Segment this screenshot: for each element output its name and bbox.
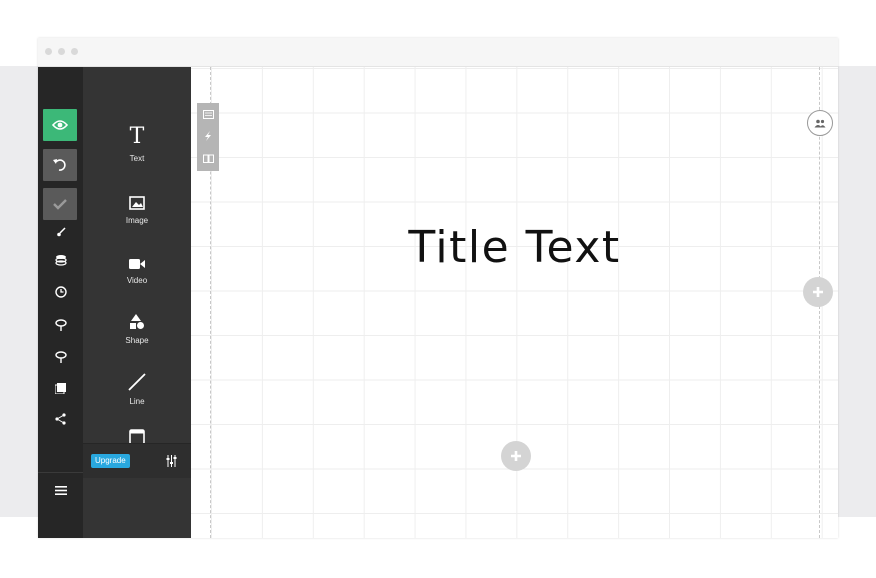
pin-icon: [54, 319, 67, 331]
text-tool[interactable]: T Text: [83, 122, 191, 164]
section-toolbar: [197, 103, 219, 171]
preview-button[interactable]: [43, 109, 77, 141]
layout-button[interactable]: [197, 103, 219, 125]
share-tool[interactable]: [38, 409, 83, 429]
window-close-dot[interactable]: [45, 48, 52, 55]
upgrade-button[interactable]: Upgrade: [91, 454, 130, 468]
location-tool-2[interactable]: [38, 347, 83, 367]
book-button[interactable]: [197, 147, 219, 169]
history-tool[interactable]: [38, 282, 83, 302]
video-tool[interactable]: Video: [83, 244, 191, 285]
bolt-button[interactable]: [197, 125, 219, 147]
layers-icon: [54, 255, 67, 266]
image-tool-label: Image: [125, 216, 149, 225]
undo-button[interactable]: [43, 149, 77, 181]
window-minimize-dot[interactable]: [58, 48, 65, 55]
add-section-button[interactable]: [501, 441, 531, 471]
confirm-button[interactable]: [43, 188, 77, 220]
brush-icon: [56, 227, 66, 237]
brush-tool[interactable]: [38, 222, 83, 242]
gallery-tool[interactable]: [38, 378, 83, 398]
hamburger-icon: [54, 485, 67, 495]
plus-icon: [511, 451, 521, 461]
window-maximize-dot[interactable]: [71, 48, 78, 55]
line-icon: [128, 373, 146, 391]
image-icon: [129, 196, 145, 210]
line-tool[interactable]: Line: [83, 365, 191, 406]
panel-footer: Upgrade: [83, 443, 191, 478]
tool-panel: T Text Image Video Shape Line Upgrade: [83, 67, 191, 538]
text-tool-label: Text: [129, 154, 145, 163]
bolt-icon: [205, 131, 211, 141]
settings-button[interactable]: [166, 454, 177, 472]
share-icon: [54, 413, 66, 425]
editor-canvas[interactable]: Title Text: [191, 67, 838, 538]
text-glyph: T: [129, 124, 145, 149]
embed-tool[interactable]: [83, 419, 191, 445]
undo-icon: [53, 159, 66, 171]
users-icon: [814, 119, 826, 127]
window-titlebar: [38, 38, 838, 67]
eye-icon: [52, 120, 68, 130]
add-column-button[interactable]: [803, 277, 833, 307]
rail-menu-button[interactable]: [38, 472, 83, 507]
page-title[interactable]: Title Text: [191, 222, 838, 273]
app-window: T Text Image Video Shape Line Upgrade Ti…: [38, 38, 838, 538]
location-tool[interactable]: [38, 315, 83, 335]
shape-tool-label: Shape: [125, 336, 149, 345]
line-tool-label: Line: [129, 397, 145, 406]
video-tool-label: Video: [126, 276, 148, 285]
collaborators-button[interactable]: [807, 110, 833, 136]
clock-icon: [54, 286, 67, 298]
book-icon: [202, 154, 214, 163]
gallery-icon: [55, 382, 66, 394]
layers-tool[interactable]: [38, 250, 83, 270]
sliders-icon: [166, 455, 177, 467]
image-tool[interactable]: Image: [83, 184, 191, 225]
shape-tool[interactable]: Shape: [83, 304, 191, 345]
shape-icon: [130, 314, 144, 329]
check-icon: [53, 199, 67, 210]
layout-icon: [202, 109, 214, 119]
video-icon: [129, 259, 145, 269]
pin-icon: [54, 351, 67, 363]
text-icon: T: [83, 122, 191, 148]
plus-icon: [813, 287, 823, 297]
left-rail: [38, 67, 83, 538]
